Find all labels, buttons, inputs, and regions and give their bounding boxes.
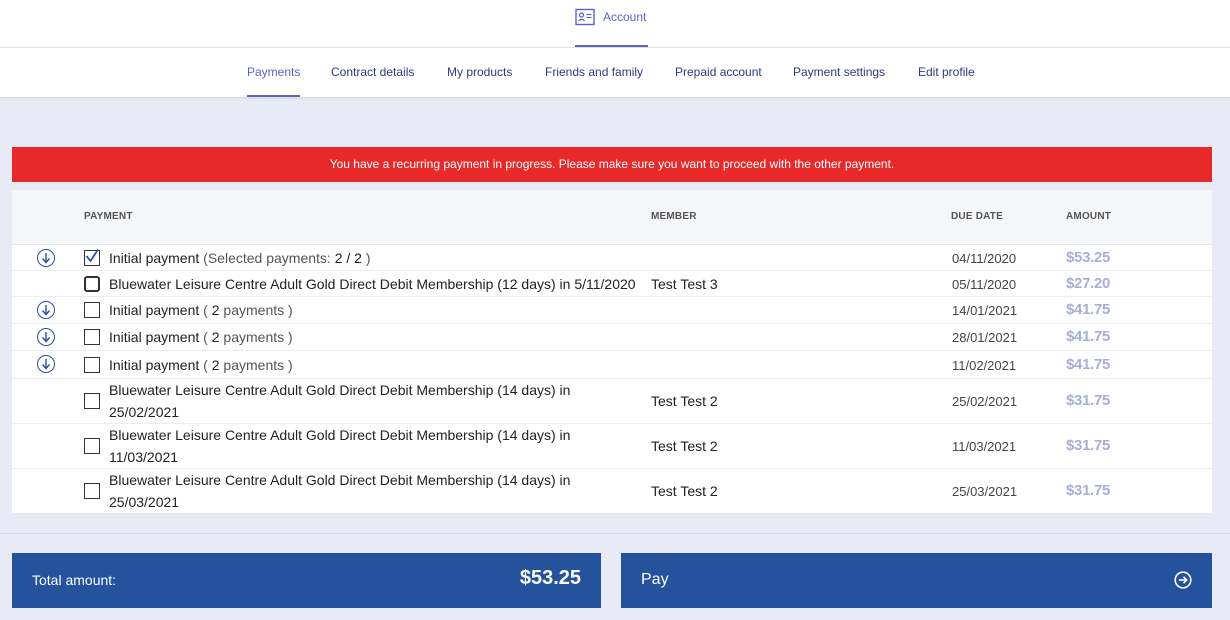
id-card-icon — [575, 8, 595, 26]
table-row: Initial payment ( 2 payments ) 11/02/202… — [12, 351, 1212, 379]
payment-title: Initial payment — [109, 250, 200, 266]
payments-table: PAYMENT MEMBER DUE DATE AMOUNT Initial p… — [12, 190, 1212, 513]
payment-detail-suffix: payments ) — [219, 329, 293, 345]
payment-title-line: Bluewater Leisure Centre Adult Gold Dire… — [109, 472, 571, 488]
payment-title-date: 11/03/2021 — [109, 449, 179, 465]
total-amount-panel: Total amount: $53.25 — [12, 553, 601, 608]
payment-title-date: 25/03/2021 — [109, 494, 180, 510]
account-tab[interactable]: Account — [575, 0, 648, 47]
table-header: PAYMENT MEMBER DUE DATE AMOUNT — [12, 190, 1212, 245]
column-header-amount: AMOUNT — [1066, 211, 1112, 222]
table-row: Initial payment ( 2 payments ) 14/01/202… — [12, 297, 1212, 324]
payment-description: Initial payment ( 2 payments ) — [109, 354, 293, 376]
amount: $31.75 — [1066, 482, 1111, 499]
row-checkbox[interactable] — [84, 483, 100, 499]
payment-title-line: Bluewater Leisure Centre Adult Gold Dire… — [109, 427, 571, 443]
amount: $31.75 — [1066, 437, 1111, 454]
table-row: Initial payment ( 2 payments ) 28/01/202… — [12, 324, 1212, 351]
due-date: 14/01/2021 — [952, 303, 1018, 318]
payment-description: Initial payment (Selected payments: 2 / … — [109, 247, 371, 269]
column-header-due-date: DUE DATE — [951, 211, 1003, 222]
due-date: 25/02/2021 — [952, 394, 1018, 409]
payment-detail-count: 2 — [211, 302, 220, 318]
table-row: Bluewater Leisure Centre Adult Gold Dire… — [12, 271, 1212, 297]
payment-detail-prefix: ( — [203, 329, 212, 345]
account-tab-label: Account — [603, 10, 647, 24]
tab-payments[interactable]: Payments — [247, 48, 301, 97]
payment-title-line: Bluewater Leisure Centre Adult Gold Dire… — [109, 382, 571, 398]
table-row: Bluewater Leisure Centre Adult Gold Dire… — [12, 424, 1212, 469]
payment-detail-count: 2 — [211, 357, 220, 373]
tab-prepaid-account[interactable]: Prepaid account — [675, 48, 762, 97]
expand-down-icon[interactable] — [37, 249, 55, 267]
row-checkbox[interactable] — [84, 329, 100, 345]
payment-detail-prefix: ( — [203, 302, 212, 318]
top-bar: Account — [0, 0, 1230, 48]
table-row: Bluewater Leisure Centre Adult Gold Dire… — [12, 469, 1212, 513]
payment-title: Initial payment — [109, 357, 200, 373]
payment-detail-suffix: payments ) — [219, 357, 293, 373]
column-header-payment: PAYMENT — [84, 211, 133, 222]
payment-description: Bluewater Leisure Centre Adult Gold Dire… — [109, 379, 570, 423]
arrow-circle-right-icon — [1174, 571, 1192, 589]
amount: $41.75 — [1066, 356, 1111, 373]
expand-down-icon[interactable] — [37, 328, 55, 346]
member-name: Test Test 2 — [651, 438, 718, 454]
payment-detail-suffix: ) — [361, 250, 371, 266]
recurring-payment-alert: You have a recurring payment in progress… — [12, 147, 1212, 182]
tab-contract-details[interactable]: Contract details — [331, 48, 414, 97]
payment-title-date: 25/02/2021 — [109, 404, 180, 420]
amount: $41.75 — [1066, 328, 1111, 345]
member-name: Test Test 3 — [651, 276, 718, 292]
due-date: 04/11/2020 — [952, 251, 1017, 266]
due-date: 11/03/2021 — [952, 439, 1017, 454]
total-amount-value: $53.25 — [519, 567, 581, 589]
row-checkbox[interactable] — [84, 302, 100, 318]
due-date: 28/01/2021 — [952, 330, 1018, 345]
payment-description: Initial payment ( 2 payments ) — [109, 299, 293, 321]
column-header-member: MEMBER — [651, 211, 697, 222]
payment-description: Bluewater Leisure Centre Adult Gold Dire… — [109, 469, 570, 513]
payment-detail-count: 2 — [211, 329, 220, 345]
tab-payment-settings[interactable]: Payment settings — [793, 48, 885, 97]
row-checkbox[interactable] — [84, 249, 100, 266]
amount: $41.75 — [1066, 301, 1111, 318]
total-amount-label: Total amount: — [32, 572, 117, 588]
member-name: Test Test 2 — [651, 483, 718, 499]
row-checkbox[interactable] — [84, 393, 100, 409]
due-date: 25/03/2021 — [952, 484, 1018, 499]
payment-detail-suffix: payments ) — [219, 302, 293, 318]
tab-friends-and-family[interactable]: Friends and family — [545, 48, 643, 97]
sub-navigation: Payments Contract details My products Fr… — [0, 48, 1230, 98]
expand-down-icon[interactable] — [37, 301, 55, 319]
pay-button-label: Pay — [641, 571, 669, 588]
divider — [0, 533, 1230, 534]
payment-title: Initial payment — [109, 329, 200, 345]
row-checkbox[interactable] — [84, 357, 100, 373]
checkmark-icon — [85, 249, 99, 263]
tab-my-products[interactable]: My products — [447, 48, 512, 97]
payment-description: Initial payment ( 2 payments ) — [109, 326, 293, 348]
amount: $53.25 — [1066, 249, 1111, 266]
member-name: Test Test 2 — [651, 393, 718, 409]
payment-detail-prefix: (Selected payments: — [203, 250, 335, 266]
tab-edit-profile[interactable]: Edit profile — [918, 48, 975, 97]
payment-detail-count: 2 / 2 — [334, 250, 362, 266]
amount: $31.75 — [1066, 392, 1111, 409]
payment-title: Initial payment — [109, 302, 200, 318]
expand-down-icon[interactable] — [37, 355, 55, 373]
payment-detail-prefix: ( — [203, 357, 212, 373]
due-date: 05/11/2020 — [952, 277, 1017, 292]
table-row: Initial payment (Selected payments: 2 / … — [12, 245, 1212, 271]
table-row: Bluewater Leisure Centre Adult Gold Dire… — [12, 379, 1212, 424]
payment-description: Bluewater Leisure Centre Adult Gold Dire… — [109, 276, 636, 292]
pay-button[interactable]: Pay — [621, 553, 1212, 608]
payment-description: Bluewater Leisure Centre Adult Gold Dire… — [109, 424, 570, 468]
due-date: 11/02/2021 — [952, 358, 1017, 373]
amount: $27.20 — [1066, 275, 1111, 292]
row-checkbox[interactable] — [84, 438, 100, 454]
row-checkbox[interactable] — [84, 276, 100, 292]
